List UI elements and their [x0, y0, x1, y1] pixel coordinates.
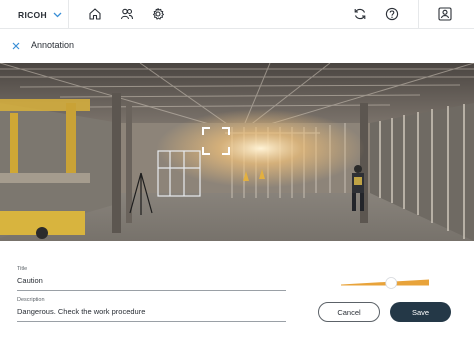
profile-icon[interactable]: [437, 6, 453, 22]
save-button[interactable]: Save: [390, 302, 451, 322]
close-icon: [12, 42, 20, 50]
top-bar: RICOH: [0, 0, 474, 29]
slider-track: [341, 279, 429, 286]
project-selector[interactable]: RICOH: [18, 8, 62, 22]
divider: [68, 0, 69, 29]
title-field[interactable]: Title Caution: [17, 266, 286, 291]
title-underline: [17, 290, 286, 291]
title-label: Title: [17, 266, 28, 272]
cancel-button[interactable]: Cancel: [318, 302, 380, 322]
description-input[interactable]: Dangerous. Check the work procedure: [17, 307, 286, 318]
annotation-header: Annotation: [0, 29, 474, 63]
title-input[interactable]: Caution: [17, 276, 286, 287]
close-button[interactable]: [10, 40, 22, 52]
people-icon[interactable]: [119, 6, 135, 22]
panorama-image[interactable]: [0, 63, 474, 241]
description-label: Description: [17, 297, 45, 303]
slider-thumb[interactable]: [385, 277, 398, 289]
chevron-down-icon: [53, 12, 62, 18]
sync-icon[interactable]: [352, 6, 368, 22]
page-title: Annotation: [31, 40, 75, 50]
gear-icon[interactable]: [150, 6, 166, 22]
annotation-size-slider[interactable]: [340, 276, 430, 290]
description-underline: [17, 321, 286, 322]
brand-name: RICOH: [18, 10, 47, 20]
help-icon[interactable]: [384, 6, 400, 22]
description-field[interactable]: Description Dangerous. Check the work pr…: [17, 297, 286, 322]
home-icon[interactable]: [87, 6, 103, 22]
divider: [418, 0, 419, 29]
